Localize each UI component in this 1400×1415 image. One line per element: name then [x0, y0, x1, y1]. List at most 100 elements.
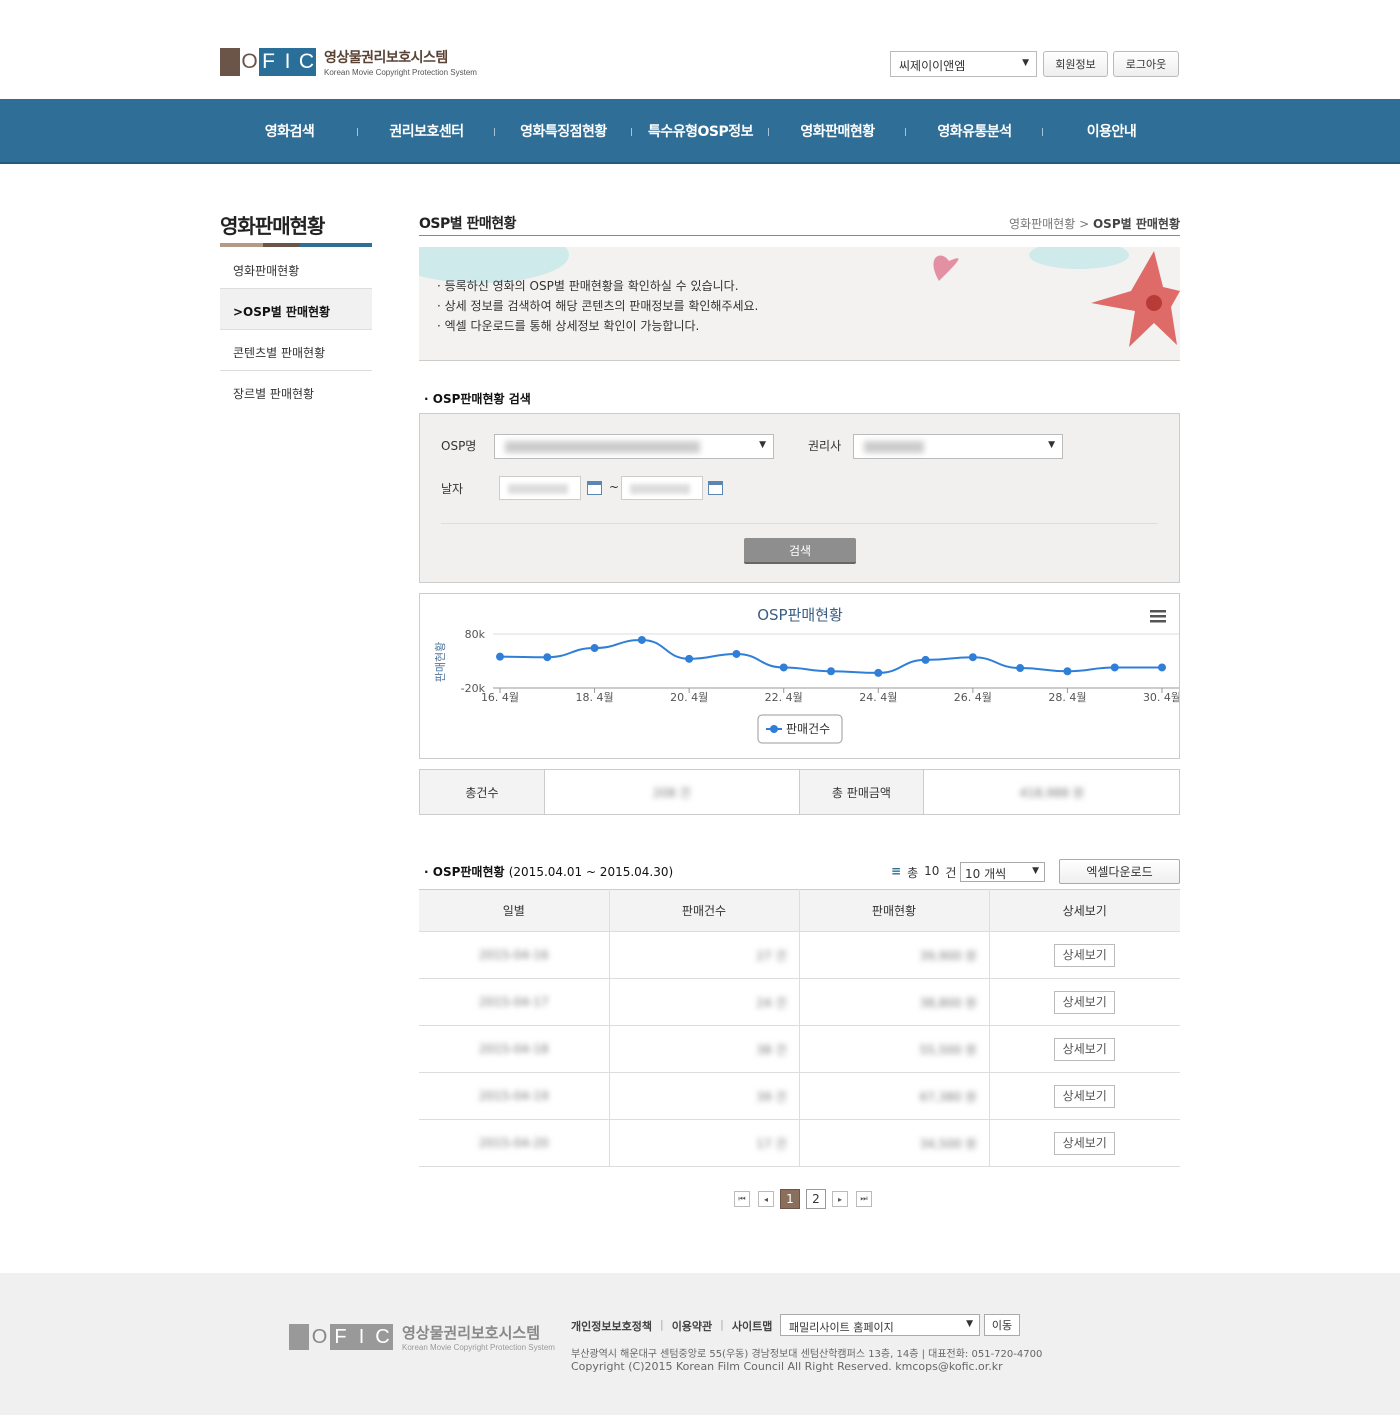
- last-page-icon[interactable]: ⏭: [856, 1191, 872, 1207]
- logout-button[interactable]: 로그아웃: [1113, 51, 1179, 77]
- osp-label: OSP명: [441, 439, 477, 453]
- sidebar-title-underline: [220, 243, 372, 247]
- sidebar-title: 영화판매현황: [220, 214, 325, 238]
- chart-title: OSP판매현황: [757, 606, 843, 624]
- chart-y-tick-label: 80k: [465, 628, 486, 641]
- chart-x-tick-label: 20. 4월: [670, 691, 708, 704]
- osp-select[interactable]: ▼: [494, 434, 774, 459]
- table-row: 2015-04-16 27 건 39,900 원 상세보기: [419, 931, 1180, 979]
- row-date: 2015-04-18: [478, 1042, 549, 1056]
- chart-legend[interactable]: 판매건수: [757, 714, 843, 744]
- table-row: 2015-04-18 38 건 55,500 원 상세보기: [419, 1025, 1180, 1073]
- next-page-icon[interactable]: ▸: [832, 1191, 848, 1207]
- chart-data-point: [685, 654, 694, 663]
- sidebar-item-osp-sales[interactable]: >OSP별 판매현황: [220, 289, 372, 330]
- detail-button[interactable]: 상세보기: [1054, 1037, 1116, 1061]
- logo[interactable]: K K O F I C 영상물권리보호시스템 Korean Movie Copy…: [220, 47, 477, 77]
- chart-data-point: [1158, 663, 1166, 672]
- footer-link-sitemap[interactable]: 사이트맵: [732, 1318, 772, 1334]
- total-amount-value: 418,988 원: [1019, 785, 1084, 800]
- search-section-title: · OSP판매현황 검색: [424, 392, 531, 406]
- footer-logo-mark: O F I C: [289, 1324, 393, 1350]
- footer-logo-title: 영상물권리보호시스템: [402, 1324, 541, 1342]
- family-site-value: 패밀리사이트 홈페이지: [789, 1321, 894, 1334]
- footer-link-terms[interactable]: 이용약관: [672, 1318, 712, 1334]
- total-amount-label: 총 판매금액: [799, 770, 925, 814]
- footer-address: 부산광역시 해운대구 센텀중앙로 55(우동) 경남정보대 센텀산학캠퍼스 13…: [571, 1349, 1043, 1360]
- sidebar-item-genre-sales[interactable]: 장르별 판매현황: [220, 371, 372, 412]
- footer-logo-letter-f: F: [330, 1324, 351, 1350]
- table-row: 2015-04-17 24 건 38,800 원 상세보기: [419, 978, 1180, 1026]
- page-1[interactable]: 1: [780, 1189, 800, 1209]
- chart-x-tick-label: 24. 4월: [859, 691, 897, 704]
- row-amount: 67,380 원: [919, 1089, 977, 1104]
- banner-line-1: · 등록하신 영화의 OSP별 판매현황을 확인하실 수 있습니다.: [437, 279, 739, 293]
- logo-subtitle: Korean Movie Copyright Protection System: [324, 68, 477, 77]
- prev-page-icon[interactable]: ◂: [758, 1191, 774, 1207]
- legend-series-name: 판매건수: [786, 722, 830, 736]
- family-site-go-button[interactable]: 이동: [984, 1314, 1020, 1336]
- footer-logo-letter-c: C: [372, 1324, 393, 1350]
- page-2[interactable]: 2: [806, 1189, 826, 1209]
- sidebar-item-content-sales[interactable]: 콘텐츠별 판매현황: [220, 330, 372, 371]
- sidebar-item-movie-sales[interactable]: 영화판매현황: [220, 248, 372, 289]
- nav-feature-status[interactable]: 영화특징점현황: [495, 99, 632, 162]
- date-label: 날자: [441, 482, 464, 496]
- footer-link-privacy[interactable]: 개인정보보호정책: [571, 1318, 652, 1334]
- nav-rights-center[interactable]: 권리보호센터: [358, 99, 495, 162]
- rights-holder-select[interactable]: ▼: [853, 434, 1063, 459]
- column-header-amount: 판매현황: [799, 889, 990, 932]
- chart-data-point: [590, 644, 599, 653]
- footer: [0, 1273, 1400, 1415]
- row-date: 2015-04-16: [478, 948, 549, 962]
- rows-per-page-select[interactable]: 10 개씩 ▼: [960, 862, 1045, 882]
- detail-button[interactable]: 상세보기: [1054, 943, 1116, 967]
- total-count: 10: [924, 864, 940, 878]
- calendar-icon[interactable]: [708, 481, 723, 495]
- chart-data-point: [921, 655, 930, 664]
- chart-data-point: [637, 635, 646, 644]
- first-page-icon[interactable]: ⏮: [734, 1191, 750, 1207]
- row-count: 38 건: [756, 1042, 787, 1057]
- family-site-select[interactable]: 패밀리사이트 홈페이지 ▼: [780, 1314, 980, 1336]
- chart-x-tick-label: 28. 4월: [1048, 691, 1086, 704]
- nav-guide[interactable]: 이용안내: [1043, 99, 1180, 162]
- footer-logo-letter-o: O: [311, 1325, 328, 1348]
- detail-button[interactable]: 상세보기: [1054, 1131, 1116, 1155]
- company-select[interactable]: 씨제이이앤엠 ▼: [890, 51, 1037, 77]
- logo-title: 영상물권리보호시스템: [324, 50, 448, 66]
- nav-distribution-analysis[interactable]: 영화유통분석: [906, 99, 1043, 162]
- row-amount: 39,900 원: [919, 948, 977, 963]
- search-button[interactable]: 검색: [744, 538, 856, 564]
- start-date-input[interactable]: [499, 476, 581, 500]
- list-icon: ≡: [891, 864, 902, 878]
- nav-special-osp[interactable]: 특수유형OSP정보: [632, 99, 769, 162]
- calendar-icon[interactable]: [587, 481, 602, 495]
- detail-button[interactable]: 상세보기: [1054, 1084, 1116, 1108]
- member-info-button[interactable]: 회원정보: [1043, 51, 1108, 77]
- excel-download-button[interactable]: 엑셀다운로드: [1059, 859, 1180, 884]
- banner-line-3: · 엑셀 다운로드를 통해 상세정보 확인이 가능합니다.: [437, 319, 700, 333]
- chart-y-axis-label: 판매현황: [434, 642, 447, 682]
- nav-movie-search[interactable]: 영화검색: [221, 99, 358, 162]
- rights-holder-label: 권리사: [808, 439, 842, 453]
- logo-letter-i: I: [278, 48, 297, 76]
- dropdown-arrow-icon: ▼: [759, 440, 766, 450]
- totals-summary: 총건수 208 건 총 판매금액 418,988 원: [419, 769, 1180, 815]
- chart-data-point: [1016, 664, 1025, 673]
- menu-icon[interactable]: [1150, 610, 1166, 623]
- nav-sales-status[interactable]: 영화판매현황: [769, 99, 906, 162]
- detail-button[interactable]: 상세보기: [1054, 990, 1116, 1014]
- breadcrumb-parent[interactable]: 영화판매현황 >: [1009, 217, 1089, 231]
- chart-data-point: [543, 653, 552, 662]
- chart-x-tick-label: 18. 4월: [576, 691, 614, 704]
- banner-line-2: · 상세 정보를 검색하여 해당 콘텐츠의 판매정보를 확인해주세요.: [437, 299, 759, 313]
- info-banner: · 등록하신 영화의 OSP별 판매현황을 확인하실 수 있습니다. · 상세 …: [419, 247, 1180, 361]
- column-header-date: 일별: [419, 889, 610, 932]
- end-date-input[interactable]: [621, 476, 703, 500]
- row-date: 2015-04-20: [478, 1136, 549, 1150]
- main-nav: 영화검색 권리보호센터 영화특징점현황 특수유형OSP정보 영화판매현황 영화유…: [0, 99, 1400, 164]
- total-prefix: 총: [907, 866, 919, 880]
- chart-data-point: [1110, 663, 1119, 672]
- dropdown-arrow-icon: ▼: [966, 1319, 973, 1329]
